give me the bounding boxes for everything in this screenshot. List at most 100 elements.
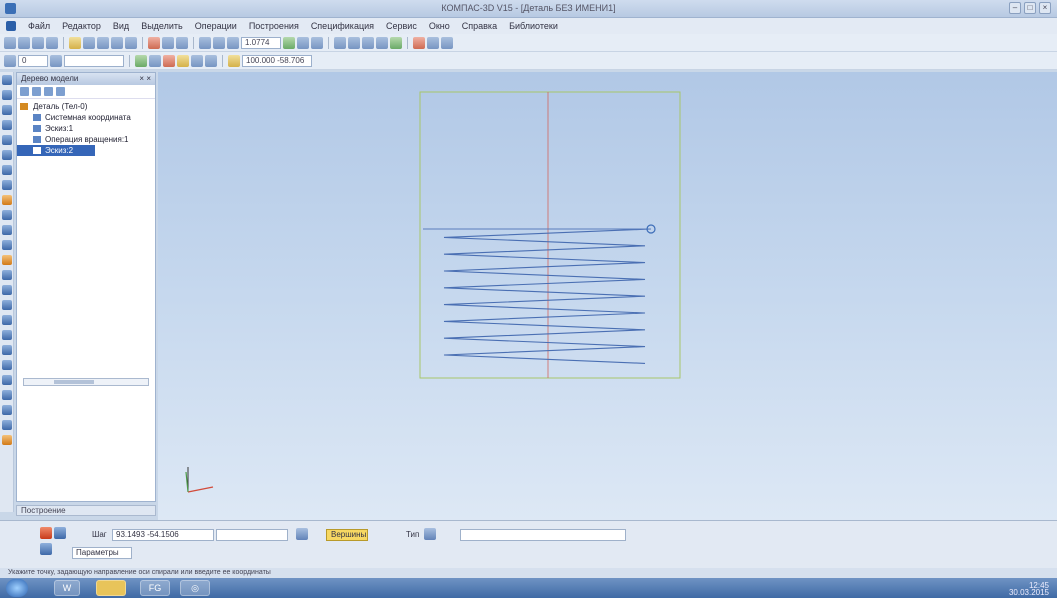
paste-icon[interactable] [97, 36, 109, 49]
undo-icon[interactable] [111, 36, 123, 49]
fillet-icon[interactable] [2, 150, 12, 160]
orientation-icon[interactable] [311, 36, 323, 49]
section-icon[interactable] [390, 36, 402, 49]
tree-horizontal-scrollbar[interactable] [23, 378, 149, 386]
create-object-icon[interactable] [54, 527, 66, 539]
minimize-button[interactable]: – [1009, 2, 1021, 14]
extrude-icon[interactable] [2, 75, 12, 85]
layer-field[interactable]: 0 [18, 54, 48, 67]
save-icon[interactable] [32, 36, 44, 49]
zoom-out-icon[interactable] [213, 36, 225, 49]
tree-expand-icon[interactable] [56, 87, 65, 96]
tree-mode-icon[interactable] [20, 87, 29, 96]
tree-tab[interactable]: Построение [16, 505, 156, 516]
menu-item-window[interactable]: Окно [429, 21, 450, 31]
rotate-icon[interactable] [297, 36, 309, 49]
print-icon[interactable] [46, 36, 58, 49]
revolve-icon[interactable] [2, 90, 12, 100]
shell-icon[interactable] [2, 180, 12, 190]
help-icon[interactable] [40, 543, 52, 555]
taskbar-explorer[interactable] [96, 580, 126, 596]
chamfer-icon[interactable] [2, 165, 12, 175]
filter-icon[interactable] [191, 54, 203, 67]
menu-item-construct[interactable]: Построения [249, 21, 299, 31]
snap-icon[interactable] [50, 54, 62, 67]
3d-viewport[interactable] [158, 72, 1057, 520]
measure-icon[interactable] [413, 36, 425, 49]
sweep-icon[interactable] [2, 120, 12, 130]
loft-icon[interactable] [2, 105, 12, 115]
tree-node-cs[interactable]: Системная координата [17, 112, 155, 123]
start-button[interactable] [6, 579, 28, 597]
grid-icon[interactable] [427, 36, 439, 49]
param-field[interactable]: 93.1493 -54.1506 [112, 529, 214, 541]
hidden-lines-icon[interactable] [362, 36, 374, 49]
scrollbar-thumb[interactable] [54, 380, 94, 384]
tree-node-part[interactable]: Деталь (Тел-0) [17, 101, 155, 112]
hole-icon[interactable] [2, 240, 12, 250]
mass-icon[interactable] [2, 390, 12, 400]
zoom-field[interactable]: 1.0774 [241, 36, 281, 49]
menu-item-file[interactable]: Файл [28, 21, 50, 31]
spiral-icon[interactable] [2, 195, 12, 205]
properties-tab[interactable]: Параметры [72, 547, 132, 559]
curve-icon[interactable] [2, 285, 12, 295]
wireframe-icon[interactable] [348, 36, 360, 49]
tree-node-sketch2[interactable]: Эскиз:2 [17, 145, 95, 156]
open-file-icon[interactable] [18, 36, 30, 49]
tree-sort-icon[interactable] [32, 87, 41, 96]
diagnostics-icon[interactable] [2, 345, 12, 355]
sketch-icon[interactable] [135, 54, 147, 67]
rib-icon[interactable] [2, 255, 12, 265]
param-field-2[interactable] [216, 529, 288, 541]
maximize-button[interactable]: □ [1024, 2, 1036, 14]
library-icon[interactable] [176, 36, 188, 49]
tree-filter-icon[interactable] [44, 87, 53, 96]
redo-icon[interactable] [125, 36, 137, 49]
stop-icon[interactable] [40, 527, 52, 539]
surface-icon[interactable] [2, 270, 12, 280]
style-field[interactable] [64, 54, 124, 67]
edit-icon[interactable] [2, 360, 12, 370]
mode-icon[interactable] [296, 528, 308, 540]
taskbar-word[interactable]: W [54, 580, 80, 596]
mode-field[interactable]: Вершины [326, 529, 368, 541]
zoom-in-icon[interactable] [199, 36, 211, 49]
sheet-metal-icon[interactable] [2, 405, 12, 415]
param-icon[interactable] [2, 375, 12, 385]
library-tool-icon[interactable] [2, 435, 12, 445]
taskbar-app[interactable]: ◎ [180, 580, 210, 596]
point-icon[interactable] [2, 300, 12, 310]
coordinates-icon[interactable] [228, 54, 240, 67]
local-cs-icon[interactable] [163, 54, 175, 67]
axis-icon[interactable] [2, 315, 12, 325]
cut-extrude-icon[interactable] [2, 135, 12, 145]
array-icon[interactable] [2, 210, 12, 220]
pan-icon[interactable] [283, 36, 295, 49]
cursor-icon[interactable] [205, 54, 217, 67]
menu-item-spec[interactable]: Спецификация [311, 21, 374, 31]
taskbar-kompas[interactable]: FG [140, 580, 170, 596]
menu-item-select[interactable]: Выделить [141, 21, 183, 31]
new-file-icon[interactable] [4, 36, 16, 49]
close-tree-icon[interactable]: × × [139, 74, 151, 83]
menu-item-view[interactable]: Вид [113, 21, 129, 31]
view-icon[interactable] [441, 36, 453, 49]
properties-icon[interactable] [148, 36, 160, 49]
menu-item-service[interactable]: Сервис [386, 21, 417, 31]
menu-item-libraries[interactable]: Библиотеки [509, 21, 558, 31]
perspective-icon[interactable] [376, 36, 388, 49]
zoom-window-icon[interactable] [227, 36, 239, 49]
highlight-icon[interactable] [177, 54, 189, 67]
menu-item-edit[interactable]: Редактор [62, 21, 101, 31]
layer-icon[interactable] [4, 54, 16, 67]
cut-icon[interactable] [69, 36, 81, 49]
tree-node-sketch1[interactable]: Эскиз:1 [17, 123, 155, 134]
close-button[interactable]: × [1039, 2, 1051, 14]
mirror-icon[interactable] [2, 225, 12, 235]
copy-icon[interactable] [83, 36, 95, 49]
tree-node-revolve[interactable]: Операция вращения:1 [17, 134, 155, 145]
menu-item-operations[interactable]: Операции [195, 21, 237, 31]
snap-type-icon[interactable] [424, 528, 436, 540]
weld-icon[interactable] [2, 420, 12, 430]
